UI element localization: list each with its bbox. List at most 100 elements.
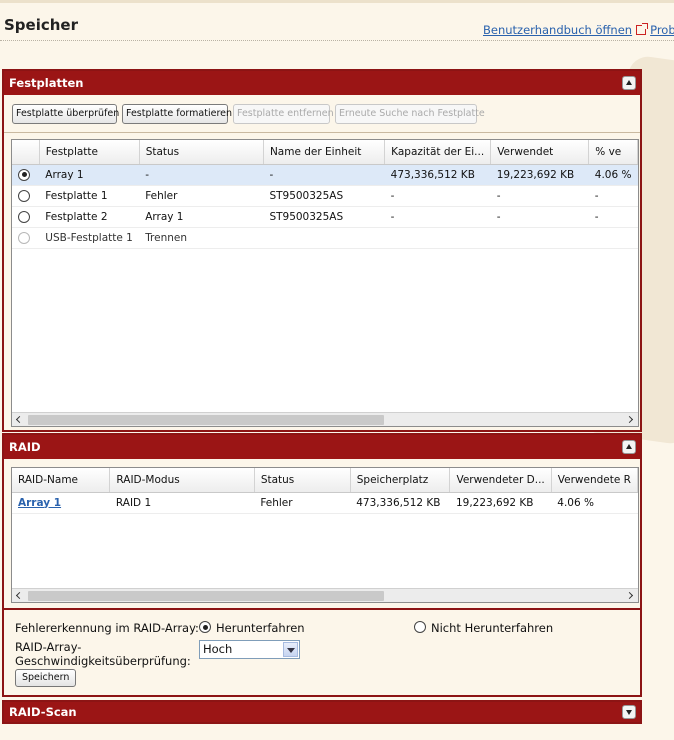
disk-status: Array 1 (139, 206, 264, 228)
disk-used: - (490, 185, 589, 207)
disk-percent: 4.06 % (588, 164, 638, 186)
disk-used (490, 227, 589, 249)
save-button[interactable]: Speichern (15, 669, 77, 687)
collapse-icon[interactable] (622, 76, 636, 90)
raid-panel-title: RAID (9, 440, 41, 454)
table-row[interactable]: Array 1 RAID 1 Fehler 473,336,512 KB 19,… (12, 492, 638, 514)
troubleshooting-link[interactable]: Prob (650, 23, 674, 37)
disk-status: Fehler (139, 185, 264, 207)
disk-percent: - (588, 206, 638, 228)
disk-name: Array 1 (39, 164, 140, 186)
disk-status: Trennen (139, 227, 264, 249)
raid-mode: RAID 1 (109, 492, 255, 514)
page-title: Speicher (4, 16, 78, 34)
raid-scan-panel: RAID-Scan (2, 700, 642, 724)
toolbar-divider (4, 132, 640, 133)
error-detection-label: Fehlererkennung im RAID-Array: (15, 621, 199, 635)
scroll-left-icon[interactable] (12, 413, 26, 426)
disk-unit: ST9500325AS (263, 206, 385, 228)
chevron-down-icon[interactable] (283, 642, 298, 657)
user-manual-link[interactable]: Benutzerhandbuch öffnen (483, 23, 632, 37)
row-radio-button[interactable] (18, 210, 30, 223)
external-link-icon (636, 23, 649, 35)
rescan-disk-button[interactable]: Erneute Suche nach Festplatte (335, 104, 485, 124)
raid-percent: 4.06 % (551, 492, 638, 514)
table-row[interactable]: Array 1 - - 473,336,512 KB 19,223,692 KB… (12, 164, 638, 186)
column-header[interactable]: Status (254, 468, 351, 493)
disk-percent (588, 227, 638, 249)
disk-percent: - (588, 185, 638, 207)
disk-unit: - (263, 164, 385, 186)
speed-check-label-line1: RAID-Array- (15, 640, 82, 654)
disks-table: Festplatte Status Name der Einheit Kapaz… (11, 139, 639, 427)
no-shutdown-option-label[interactable]: Nicht Herunterfahren (431, 621, 553, 635)
raid-scan-panel-header[interactable]: RAID-Scan (4, 702, 640, 722)
column-header[interactable]: Speicherplatz (350, 468, 451, 493)
raid-panel-header[interactable]: RAID (4, 435, 640, 459)
speed-select[interactable]: Hoch (199, 640, 300, 659)
format-disk-button[interactable]: Festplatte formatieren (122, 104, 232, 124)
disks-panel: Festplatten Festplatte überprüfen Festpl… (2, 69, 642, 432)
raid-table-header: RAID-Name RAID-Modus Status Speicherplat… (12, 468, 638, 493)
remove-disk-button[interactable]: Festplatte entfernen (233, 104, 334, 124)
disk-name: USB-Festplatte 1 (39, 227, 140, 249)
table-row[interactable]: Festplatte 2 Array 1 ST9500325AS - - - (12, 206, 638, 228)
disks-panel-header[interactable]: Festplatten (4, 71, 640, 95)
disk-capacity (384, 227, 491, 249)
disk-used: - (490, 206, 589, 228)
raid-scan-panel-title: RAID-Scan (9, 705, 77, 719)
expand-icon[interactable] (622, 705, 636, 719)
column-header[interactable]: Verwendet (490, 140, 590, 165)
disk-capacity: 473,336,512 KB (384, 164, 491, 186)
column-header[interactable]: Verwendeter D... (449, 468, 552, 493)
raid-panel: RAID RAID-Name RAID-Modus Status Speiche… (2, 433, 642, 697)
select-column-header (12, 140, 40, 165)
disks-horizontal-scrollbar[interactable] (12, 412, 638, 426)
row-radio-button[interactable] (18, 189, 30, 202)
row-radio-button (18, 231, 30, 244)
raid-name-link[interactable]: Array 1 (18, 497, 61, 509)
table-row[interactable]: Festplatte 1 Fehler ST9500325AS - - - (12, 185, 638, 207)
disk-used: 19,223,692 KB (490, 164, 589, 186)
disk-capacity: - (384, 206, 491, 228)
column-header[interactable]: Kapazität der Ei... (384, 140, 492, 165)
no-shutdown-radio[interactable] (414, 621, 426, 633)
raid-used: 19,223,692 KB (449, 492, 552, 514)
speed-select-value: Hoch (203, 642, 233, 656)
scroll-right-icon[interactable] (624, 413, 638, 426)
column-header[interactable]: Festplatte (39, 140, 140, 165)
raid-status: Fehler (254, 492, 351, 514)
scrollbar-thumb[interactable] (28, 415, 384, 425)
column-header[interactable]: RAID-Name (12, 468, 111, 493)
column-header[interactable]: Verwendete R (551, 468, 638, 493)
raid-space: 473,336,512 KB (350, 492, 450, 514)
disk-unit: ST9500325AS (263, 185, 385, 207)
raid-table: RAID-Name RAID-Modus Status Speicherplat… (11, 467, 639, 603)
check-disk-button[interactable]: Festplatte überprüfen (12, 104, 119, 124)
row-radio-button[interactable] (18, 168, 30, 181)
top-border (0, 0, 674, 3)
scrollbar-thumb[interactable] (28, 591, 384, 601)
scroll-left-icon[interactable] (12, 589, 26, 602)
raid-horizontal-scrollbar[interactable] (12, 588, 638, 602)
shutdown-option-label[interactable]: Herunterfahren (216, 621, 305, 635)
column-header[interactable]: Status (139, 140, 264, 165)
column-header[interactable]: % ve (588, 140, 638, 165)
raid-options-divider (4, 608, 640, 610)
disks-table-header: Festplatte Status Name der Einheit Kapaz… (12, 140, 638, 165)
collapse-icon[interactable] (622, 440, 636, 454)
disk-status: - (139, 164, 264, 186)
disk-name: Festplatte 2 (39, 206, 140, 228)
disks-panel-title: Festplatten (9, 76, 84, 90)
scroll-right-icon[interactable] (624, 589, 638, 602)
column-header[interactable]: RAID-Modus (109, 468, 255, 493)
table-row: USB-Festplatte 1 Trennen (12, 227, 638, 249)
column-header[interactable]: Name der Einheit (263, 140, 386, 165)
disk-capacity: - (384, 185, 491, 207)
title-divider (0, 40, 674, 41)
speed-check-label-line2: Geschwindigkeitsüberprüfung: (15, 654, 191, 668)
help-links: Benutzerhandbuch öffnen Prob (483, 23, 674, 37)
shutdown-radio[interactable] (199, 621, 211, 633)
disk-name: Festplatte 1 (39, 185, 140, 207)
disk-unit (263, 227, 385, 249)
